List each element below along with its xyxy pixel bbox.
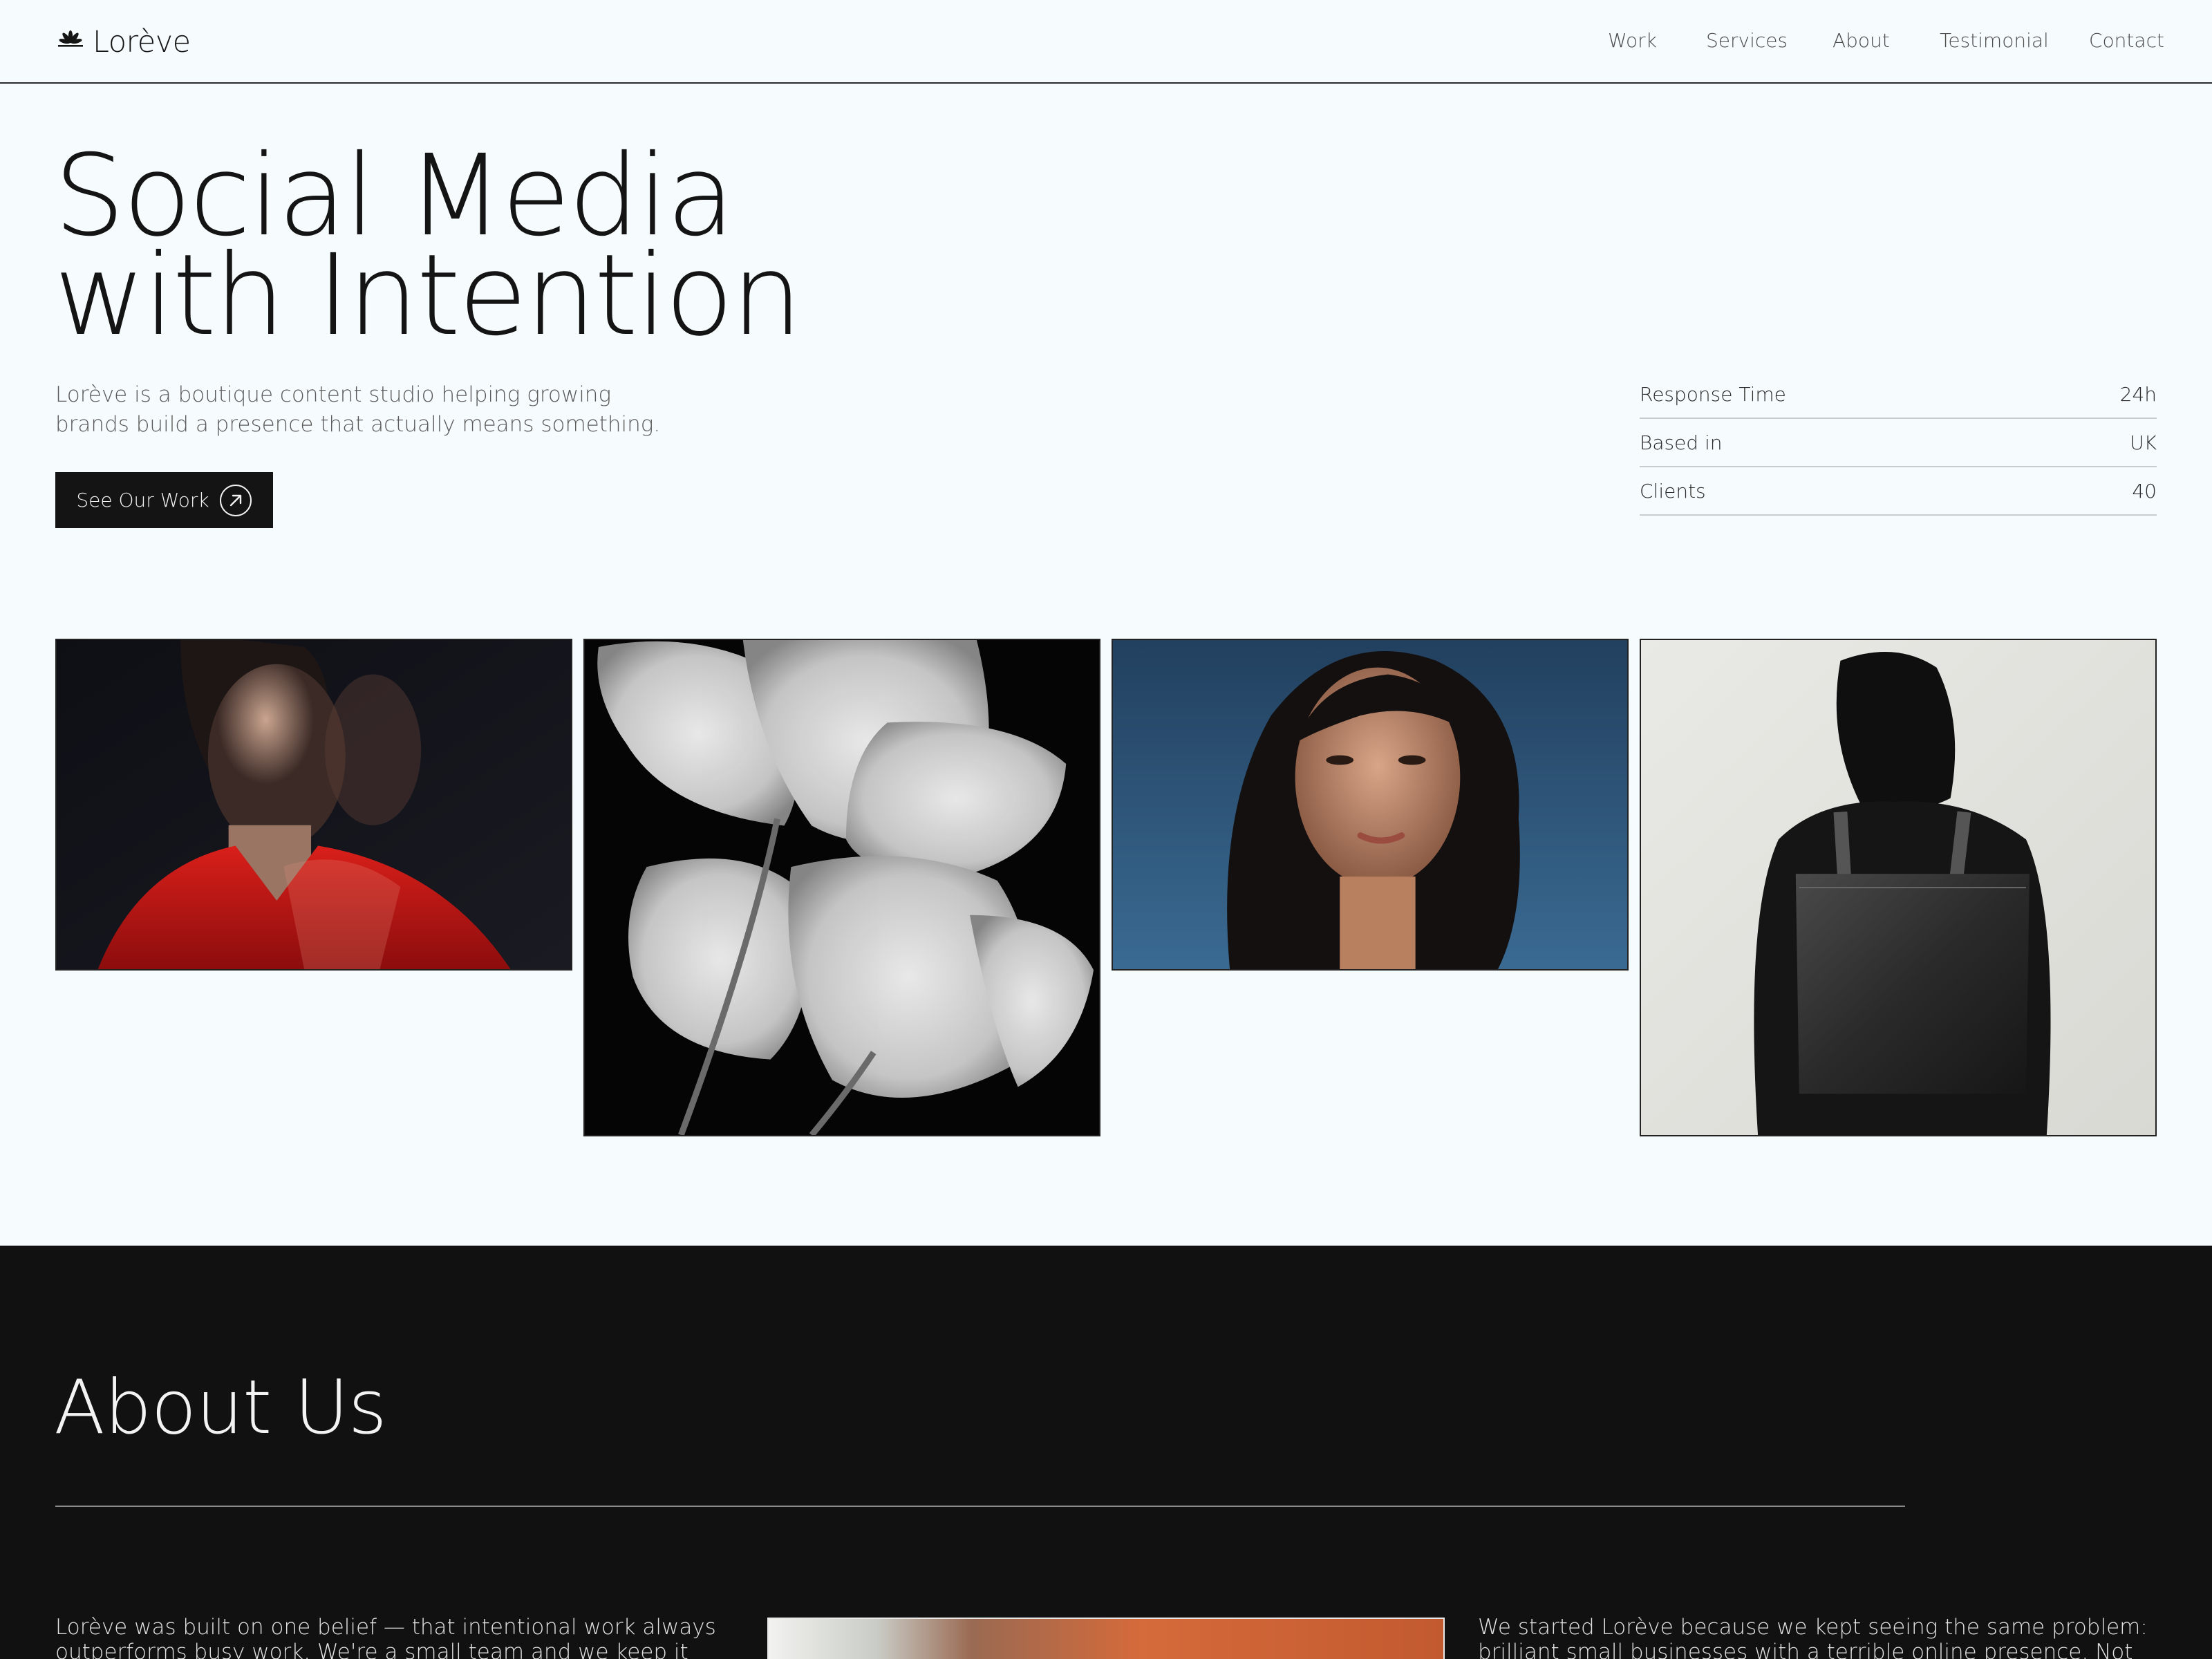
nav-work[interactable]: Work bbox=[1608, 29, 1657, 52]
about-text-right: We started Lorève because we kept seeing… bbox=[1478, 1615, 2162, 1659]
portrait-blue-sky-image bbox=[1113, 640, 1627, 969]
nav-about[interactable]: About bbox=[1833, 29, 1890, 52]
about-title: About Us bbox=[54, 1365, 387, 1451]
about-left-line-1: Lorève was built on one belief — that in… bbox=[55, 1615, 716, 1640]
site-header: Lorève Work Services About Testimonial C… bbox=[0, 0, 2212, 84]
see-our-work-label: See Our Work bbox=[76, 489, 209, 512]
gallery-image-red-shirt-portrait[interactable] bbox=[55, 639, 572, 971]
stat-value: 40 bbox=[2132, 479, 2157, 503]
gallery-image-poppy-flowers[interactable] bbox=[583, 639, 1100, 1136]
about-image bbox=[767, 1618, 1445, 1659]
about-text-left: Lorève was built on one belief — that in… bbox=[55, 1615, 719, 1659]
about-section: About Us Lorève was built on one belief … bbox=[0, 1246, 2212, 1659]
main-nav: Work Services About Testimonial Contact bbox=[0, 29, 2212, 57]
stat-value: UK bbox=[2130, 431, 2157, 454]
stat-label: Clients bbox=[1640, 479, 1706, 503]
stat-value: 24h bbox=[2119, 382, 2157, 406]
hero-title: Social Media with Intention bbox=[54, 140, 803, 361]
hero-description: Lorève is a boutique content studio help… bbox=[55, 380, 664, 440]
nav-contact[interactable]: Contact bbox=[2089, 29, 2164, 52]
nav-services[interactable]: Services bbox=[1706, 29, 1788, 52]
about-right-line-2: brilliant small businesses with a terrib… bbox=[1478, 1640, 2133, 1659]
hero-description-line-1: Lorève is a boutique content studio help… bbox=[55, 382, 612, 407]
about-divider bbox=[55, 1506, 1905, 1507]
portrait-red-shirt-image bbox=[57, 640, 571, 969]
nav-testimonial[interactable]: Testimonial bbox=[1940, 29, 2049, 52]
about-gradient-image bbox=[769, 1619, 1443, 1659]
poppy-flowers-image bbox=[585, 640, 1099, 1135]
arrow-up-right-icon bbox=[219, 484, 252, 516]
stat-row-clients: Clients 40 bbox=[1640, 467, 2157, 516]
stat-row-based-in: Based in UK bbox=[1640, 419, 2157, 467]
gallery-image-tote-bag[interactable] bbox=[1640, 639, 2157, 1136]
hero-title-line-2: with Intention bbox=[54, 231, 803, 361]
stat-row-response-time: Response Time 24h bbox=[1640, 371, 2157, 419]
gallery-image-blue-sky-portrait[interactable] bbox=[1112, 639, 1629, 971]
see-our-work-button[interactable]: See Our Work bbox=[55, 472, 273, 528]
stats-table: Response Time 24h Based in UK Clients 40 bbox=[1640, 371, 2157, 516]
about-right-line-1: We started Lorève because we kept seeing… bbox=[1478, 1615, 2148, 1640]
tote-bag-image bbox=[1641, 640, 2155, 1135]
about-left-line-2: outperforms busy work. We're a small tea… bbox=[55, 1640, 688, 1659]
stat-label: Based in bbox=[1640, 431, 1723, 454]
hero-description-line-2: brands build a presence that actually me… bbox=[55, 412, 661, 437]
stat-label: Response Time bbox=[1640, 382, 1786, 406]
